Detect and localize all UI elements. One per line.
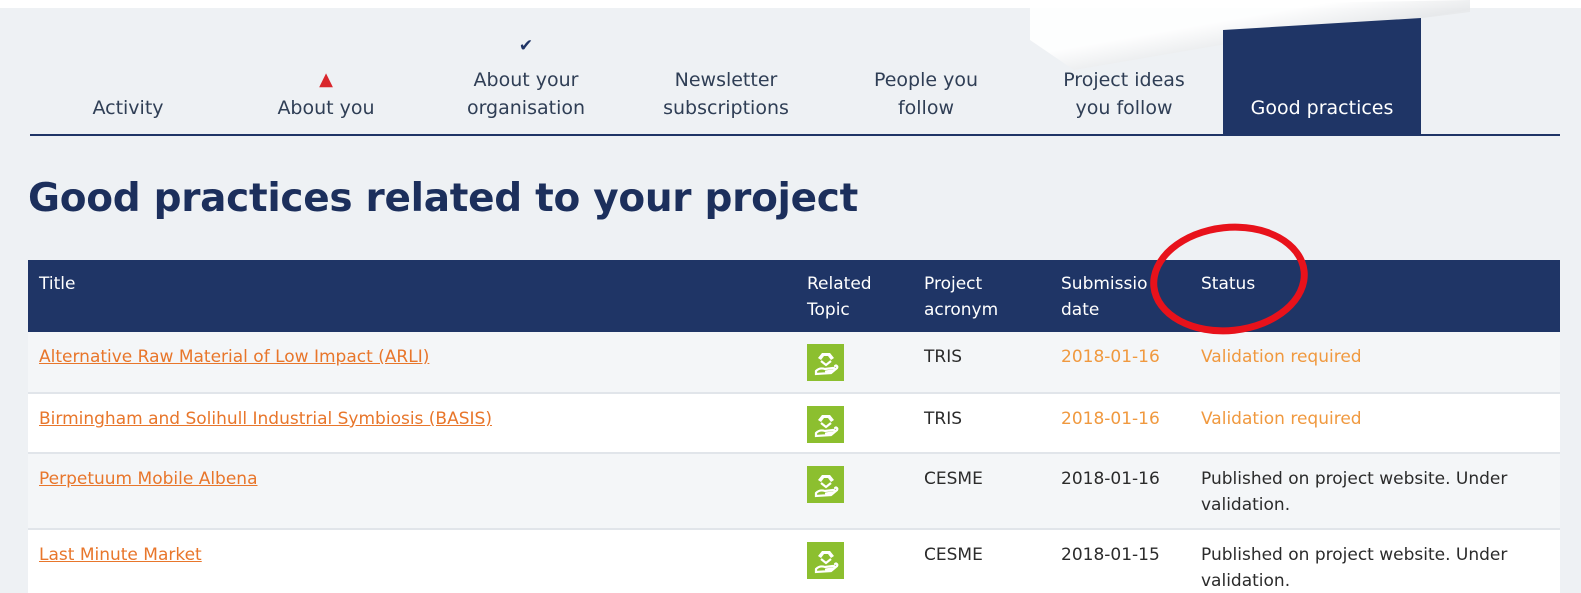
tab-people-you-follow[interactable]: People you follow (826, 18, 1026, 136)
column-header-title[interactable]: Title (39, 271, 75, 297)
project-acronym: CESME (924, 545, 983, 565)
recycling-hand-icon[interactable] (807, 406, 844, 443)
table-row: Birmingham and Solihull Industrial Symbi… (28, 394, 1560, 454)
topic-cell (807, 466, 844, 503)
column-header-topic[interactable]: Related Topic (807, 271, 872, 323)
topic-cell (807, 406, 844, 443)
tab-good-practices[interactable]: Good practices (1223, 18, 1421, 136)
tab-label: Activity (92, 97, 164, 119)
practice-title-link[interactable]: Birmingham and Solihull Industrial Symbi… (39, 406, 492, 432)
tab-newsletter-subscriptions[interactable]: Newsletter subscriptions (626, 18, 826, 136)
table-header: Title Related Topic Project acronym Subm… (28, 260, 1560, 332)
practice-title-link[interactable]: Perpetuum Mobile Albena (39, 466, 258, 492)
tab-about-you[interactable]: ▲ About you (226, 18, 426, 136)
submission-date: 2018-01-15 (1061, 545, 1160, 565)
table-row: Perpetuum Mobile Albena CESME 2018-01-16… (28, 454, 1560, 530)
tab-about-your-organisation[interactable]: ✔ About your organisation (426, 18, 626, 136)
project-acronym: TRIS (924, 409, 963, 429)
warning-icon: ▲ (319, 69, 333, 90)
tab-label: About you (277, 97, 375, 119)
status-text: Published on project website. Under vali… (1201, 469, 1508, 515)
practice-title-link[interactable]: Last Minute Market (39, 542, 202, 568)
check-icon: ✔ (518, 36, 534, 56)
tab-label: Newsletter subscriptions (663, 69, 789, 119)
column-header-acronym[interactable]: Project acronym (924, 271, 998, 323)
tab-activity[interactable]: Activity (30, 18, 226, 136)
practice-title-link[interactable]: Alternative Raw Material of Low Impact (… (39, 344, 429, 370)
status-text: Published on project website. Under vali… (1201, 545, 1508, 591)
good-practices-table: Title Related Topic Project acronym Subm… (28, 260, 1560, 593)
page: Activity ▲ About you ✔ About your organi… (0, 0, 1581, 593)
tab-label: Good practices (1250, 97, 1394, 119)
page-title: Good practices related to your project (28, 176, 858, 221)
topic-cell (807, 542, 844, 579)
profile-tabs: Activity ▲ About you ✔ About your organi… (30, 18, 1560, 136)
submission-date: 2018-01-16 (1061, 347, 1160, 367)
tab-project-ideas-you-follow[interactable]: Project ideas you follow (1026, 18, 1222, 136)
project-acronym: CESME (924, 469, 983, 489)
recycling-hand-icon[interactable] (807, 542, 844, 579)
tab-label: Project ideas you follow (1063, 69, 1185, 119)
recycling-hand-icon[interactable] (807, 466, 844, 503)
submission-date: 2018-01-16 (1061, 409, 1160, 429)
tab-label: About your organisation (466, 69, 586, 119)
status-text: Validation required (1201, 409, 1362, 429)
submission-date: 2018-01-16 (1061, 469, 1160, 489)
table-row: Last Minute Market CESME 2018-01-15 Publ… (28, 530, 1560, 593)
topic-cell (807, 344, 844, 381)
status-text: Validation required (1201, 347, 1362, 367)
project-acronym: TRIS (924, 347, 963, 367)
recycling-hand-icon[interactable] (807, 344, 844, 381)
column-header-status[interactable]: Status (1201, 271, 1255, 297)
tab-label: People you follow (873, 69, 979, 119)
column-header-date[interactable]: Submissio date (1061, 271, 1147, 323)
table-row: Alternative Raw Material of Low Impact (… (28, 332, 1560, 394)
